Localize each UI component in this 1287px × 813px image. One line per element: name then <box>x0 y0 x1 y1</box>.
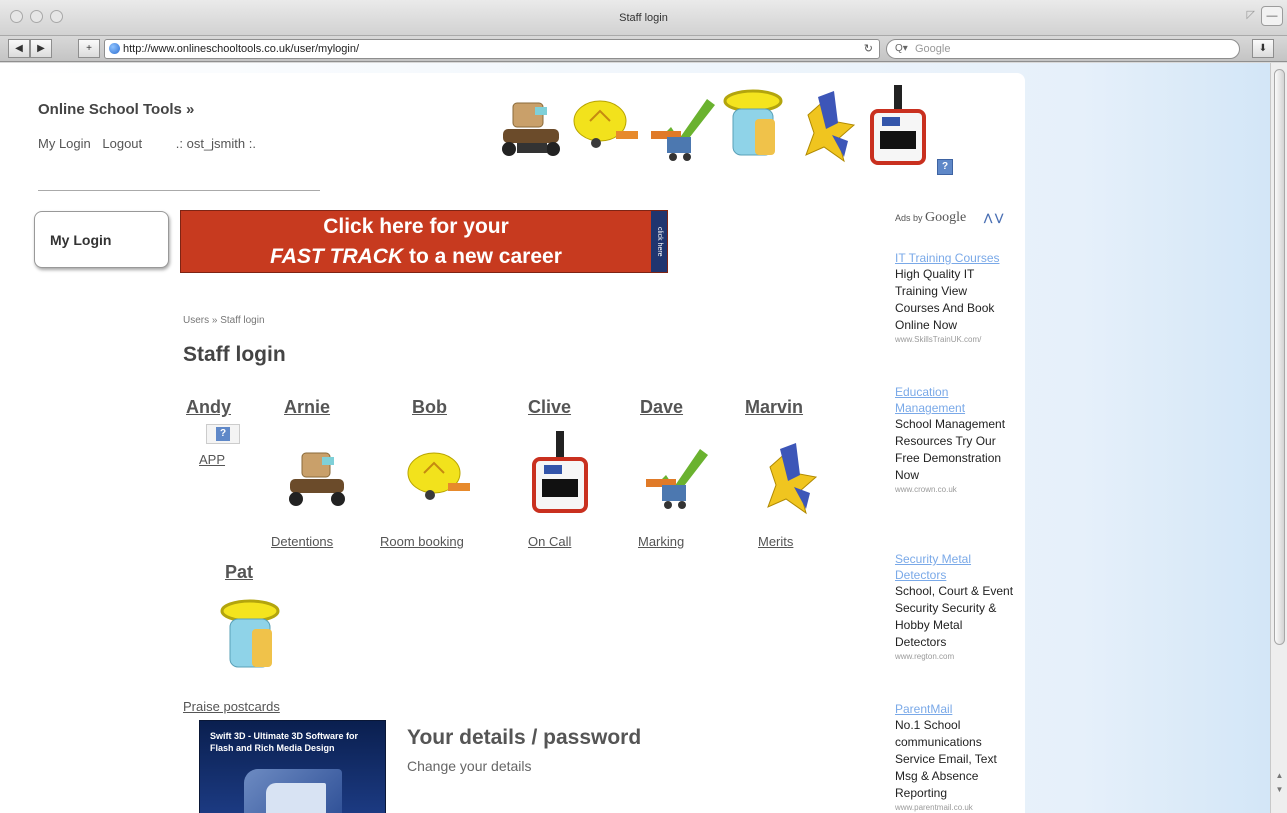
app-name-marvin[interactable]: Marvin <box>745 397 803 418</box>
app-andy-icon[interactable]: ? <box>206 424 240 444</box>
search-input[interactable]: Q▾ Google <box>886 39 1240 59</box>
banner-click-strip: click here <box>651 211 667 272</box>
page-container: Online School Tools » My Login Logout .:… <box>12 73 1025 813</box>
ad-body: School, Court & Event Security Security … <box>895 584 1014 649</box>
ad-item: IT Training Courses High Quality IT Trai… <box>895 250 1015 344</box>
back-arrow-icon: ◀ <box>15 43 23 54</box>
scroll-thumb[interactable] <box>1274 69 1285 645</box>
ad-item: Education Management School Management R… <box>895 384 1015 494</box>
help-icon[interactable]: ? <box>937 159 953 175</box>
arnie-robot-icon[interactable] <box>284 431 354 521</box>
logout-link[interactable]: Logout <box>102 136 142 151</box>
dave-robot-icon[interactable] <box>642 431 712 521</box>
app-link-on-call[interactable]: On Call <box>528 534 571 549</box>
app-link-praise-postcards[interactable]: Praise postcards <box>183 699 280 714</box>
banner-line-2: FAST TRACK to a new career <box>181 245 651 269</box>
ad-url[interactable]: www.SkillsTrainUK.com/ <box>895 335 1015 344</box>
app-link-room-booking[interactable]: Room booking <box>380 534 464 549</box>
address-bar[interactable]: http://www.onlineschooltools.co.uk/user/… <box>104 39 880 59</box>
search-icon: Q▾ <box>895 43 908 54</box>
clive-robot-icon[interactable] <box>528 431 598 521</box>
ad-item: Security Metal Detectors School, Court &… <box>895 551 1015 661</box>
browser-toolbar: ◀ ▶ + http://www.onlineschooltools.co.uk… <box>0 36 1287 62</box>
plus-icon: + <box>86 43 92 54</box>
ads-nav-arrows-icon[interactable]: ⋀ ⋁ <box>984 213 1003 224</box>
scroll-down-icon[interactable]: ▼ <box>1274 785 1285 794</box>
bookmarks-menu-button[interactable]: ⬇ <box>1252 39 1274 58</box>
app-name-bob[interactable]: Bob <box>412 397 447 418</box>
bob-robot-icon[interactable] <box>404 431 474 521</box>
ad-url[interactable]: www.regton.com <box>895 652 1015 661</box>
url-text: http://www.onlineschooltools.co.uk/user/… <box>123 43 360 55</box>
ad-title-link[interactable]: Education Management <box>895 384 1015 416</box>
app-link-detentions[interactable]: Detentions <box>271 534 333 549</box>
pat-robot-icon <box>723 89 783 156</box>
details-heading[interactable]: Your details / password <box>407 726 641 750</box>
browser-viewport: Online School Tools » My Login Logout .:… <box>0 63 1270 813</box>
banner-emphasis: FAST TRACK <box>270 245 404 268</box>
clive-robot-icon <box>870 85 926 165</box>
app-link-merits[interactable]: Merits <box>758 534 793 549</box>
app-name-andy[interactable]: Andy <box>186 397 231 418</box>
globe-icon <box>109 43 120 54</box>
forward-button[interactable]: ▶ <box>30 39 52 58</box>
help-icon: ? <box>216 427 230 441</box>
ad-url[interactable]: www.crown.co.uk <box>895 485 1015 494</box>
search-placeholder: Google <box>915 43 951 55</box>
arnie-robot-icon <box>502 102 560 156</box>
back-button[interactable]: ◀ <box>8 39 30 58</box>
add-bookmark-button[interactable]: + <box>78 39 100 58</box>
username-label: .: ost_jsmith :. <box>175 136 256 151</box>
ads-by-google-label[interactable]: Ads by Google <box>895 210 966 226</box>
toolbar-toggle-button[interactable]: — <box>1261 6 1283 26</box>
scroll-up-icon[interactable]: ▲ <box>1274 771 1285 780</box>
sidebar-item-label: My Login <box>50 232 112 248</box>
top-nav: My Login Logout .: ost_jsmith :. <box>38 136 264 151</box>
window-title: Staff login <box>619 12 668 24</box>
breadcrumb: Users » Staff login <box>183 315 265 326</box>
banner-line-2-rest: to a new career <box>403 245 562 268</box>
marvin-robot-icon <box>805 91 856 163</box>
ad-title-link[interactable]: Security Metal Detectors <box>895 551 1015 583</box>
ad-title-link[interactable]: IT Training Courses <box>895 250 1015 266</box>
swift3d-ad-banner[interactable]: Swift 3D - Ultimate 3D Software for Flas… <box>199 720 386 813</box>
pat-robot-icon[interactable] <box>216 595 286 685</box>
sidebar-item-my-login[interactable]: My Login <box>34 211 169 268</box>
divider <box>38 190 320 191</box>
promo-text: Swift 3D - Ultimate 3D Software for Flas… <box>210 731 359 753</box>
forward-arrow-icon: ▶ <box>37 43 45 54</box>
banner-line-1: Click here for your <box>323 215 509 238</box>
vertical-scrollbar[interactable]: ▲ ▼ <box>1270 63 1287 813</box>
ad-url[interactable]: www.parentmail.co.uk <box>895 803 1015 812</box>
app-name-dave[interactable]: Dave <box>640 397 683 418</box>
app-link-app[interactable]: APP <box>199 452 225 467</box>
ad-body: School Management Resources Try Our Free… <box>895 417 1006 482</box>
app-name-arnie[interactable]: Arnie <box>284 397 330 418</box>
marvin-robot-icon[interactable] <box>756 431 826 521</box>
app-link-marking[interactable]: Marking <box>638 534 684 549</box>
details-subtext: Change your details <box>407 758 532 774</box>
bob-robot-icon <box>573 100 638 148</box>
window-titlebar: Staff login ◸ — <box>0 0 1287 36</box>
ad-item: ParentMail No.1 School communications Se… <box>895 701 1015 812</box>
google-brand: Google <box>925 210 967 225</box>
my-login-link[interactable]: My Login <box>38 136 91 151</box>
app-name-pat[interactable]: Pat <box>225 562 253 583</box>
ad-title-link[interactable]: ParentMail <box>895 701 1015 717</box>
site-title[interactable]: Online School Tools » <box>38 101 194 118</box>
page-title: Staff login <box>183 343 286 366</box>
ad-body: No.1 School communications Service Email… <box>895 718 997 800</box>
reload-icon[interactable]: ↻ <box>864 40 873 58</box>
resize-corner-icon: ◸ <box>1246 9 1255 21</box>
promo-graphic-inner <box>266 783 326 813</box>
ad-body: High Quality IT Training View Courses An… <box>895 267 995 332</box>
career-ad-banner[interactable]: Click here for your FAST TRACK to a new … <box>180 210 668 273</box>
app-name-clive[interactable]: Clive <box>528 397 571 418</box>
dave-robot-icon <box>651 99 715 161</box>
menu-icon: ⬇ <box>1258 43 1268 54</box>
ads-prefix: Ads by <box>895 213 923 223</box>
